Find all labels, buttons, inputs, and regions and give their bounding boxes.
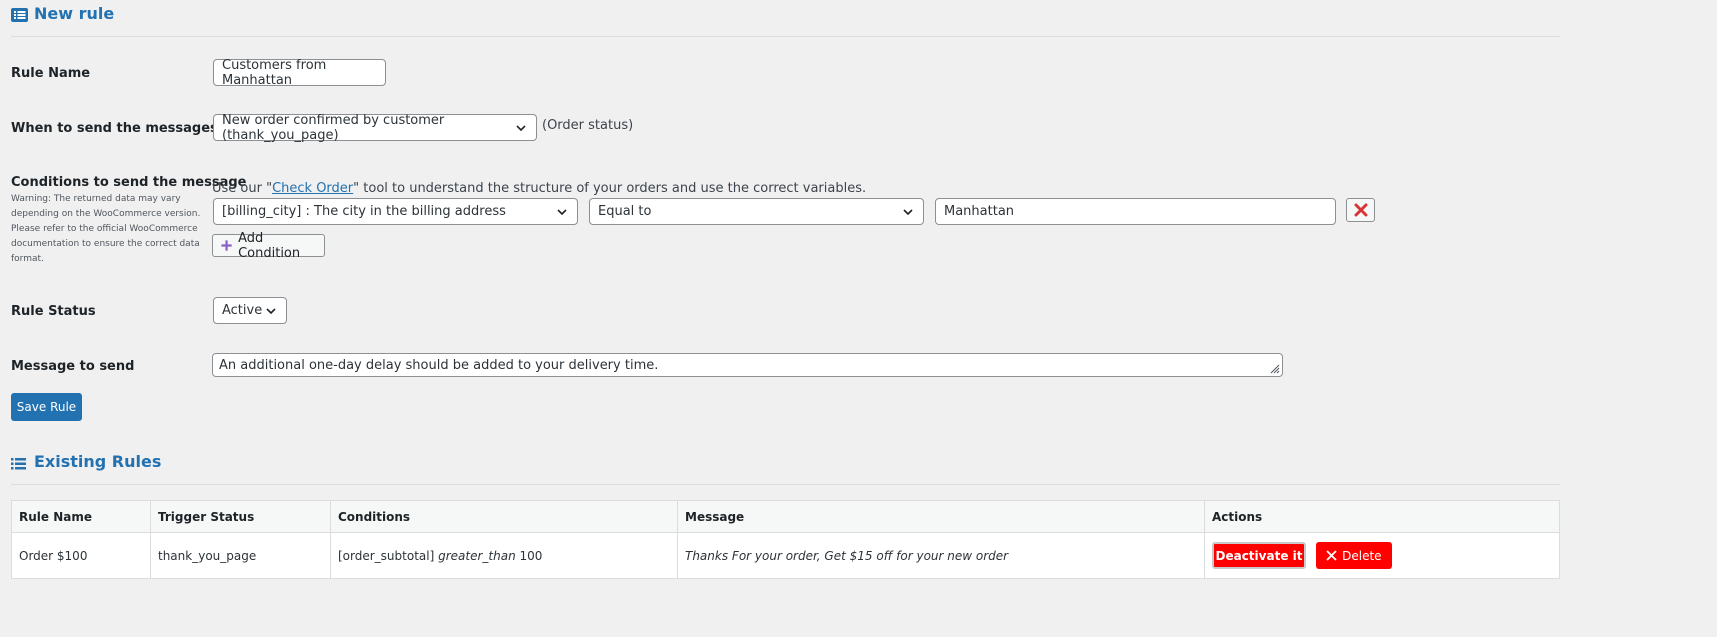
check-order-prefix: Use our " bbox=[212, 181, 273, 196]
existing-rules-table: Rule Name Trigger Status Conditions Mess… bbox=[11, 500, 1560, 579]
add-condition-button[interactable]: Add Condition bbox=[212, 231, 325, 261]
condition-field-value: [billing_city] : The city in the billing… bbox=[222, 204, 506, 219]
trigger-status-value: New order confirmed by customer (thank_y… bbox=[222, 112, 445, 143]
condition-field-select[interactable]: [billing_city] : The city in the billing… bbox=[213, 198, 578, 225]
header-divider bbox=[11, 36, 1560, 37]
condition-field: [order_subtotal] bbox=[338, 548, 435, 563]
conditions-warning: Warning: The returned data may vary depe… bbox=[11, 194, 201, 264]
rule-name-input[interactable]: Customers from Manhattan bbox=[213, 57, 386, 88]
message-label: Message to send bbox=[11, 359, 135, 374]
table-row: Order $100 thank_you_page [order_subtota… bbox=[11, 532, 1560, 579]
deactivate-label: Deactivate it bbox=[1215, 548, 1303, 563]
rule-status-label: Rule Status bbox=[11, 304, 96, 319]
chevron-down-icon bbox=[516, 124, 526, 131]
condition-value: 100 bbox=[519, 548, 543, 563]
message-textarea[interactable]: An additional one-day delay should be ad… bbox=[212, 353, 1283, 377]
when-to-send-label: When to send the messages ? bbox=[11, 121, 230, 136]
condition-operator-value: Equal to bbox=[598, 204, 652, 219]
cell-rule-name: Order $100 bbox=[11, 532, 151, 579]
table-header-row: Rule Name Trigger Status Conditions Mess… bbox=[11, 500, 1560, 533]
list-icon bbox=[11, 7, 28, 22]
save-rule-button[interactable]: Save Rule bbox=[11, 393, 82, 421]
resize-handle-icon[interactable] bbox=[1270, 364, 1280, 374]
existing-rules-title: Existing Rules bbox=[34, 452, 162, 471]
close-icon bbox=[1326, 550, 1337, 561]
deactivate-button[interactable]: Deactivate it bbox=[1212, 542, 1306, 569]
condition-value-text: Manhattan bbox=[944, 204, 1015, 219]
trigger-status-select[interactable]: New order confirmed by customer (thank_y… bbox=[213, 112, 537, 143]
rule-status-select[interactable]: Active bbox=[213, 297, 287, 324]
column-header-conditions: Conditions bbox=[330, 500, 678, 533]
new-rule-title: New rule bbox=[34, 4, 115, 23]
delete-label: Delete bbox=[1342, 548, 1382, 563]
existing-rules-heading: Existing Rules bbox=[11, 452, 161, 471]
cell-conditions: [order_subtotal] greater_than 100 bbox=[330, 532, 678, 579]
new-rule-heading: New rule bbox=[11, 4, 114, 23]
cell-trigger-status: thank_you_page bbox=[150, 532, 331, 579]
condition-value-input[interactable]: Manhattan bbox=[935, 198, 1336, 225]
rule-name-value: Customers from Manhattan bbox=[222, 57, 327, 88]
rule-name-label: Rule Name bbox=[11, 66, 91, 81]
existing-rules-divider bbox=[11, 484, 1560, 485]
cell-actions: Deactivate it Delete bbox=[1204, 532, 1560, 579]
column-header-trigger-status: Trigger Status bbox=[150, 500, 331, 533]
plus-icon bbox=[221, 240, 232, 251]
row-message: Thanks For your order, Get $15 off for y… bbox=[685, 548, 1009, 563]
chevron-down-icon bbox=[557, 208, 567, 215]
chevron-down-icon bbox=[266, 307, 276, 314]
column-header-rule-name: Rule Name bbox=[11, 500, 151, 533]
add-condition-label: Add Condition bbox=[238, 230, 301, 261]
check-order-suffix: " tool to understand the structure of yo… bbox=[353, 181, 867, 196]
condition-operator-select[interactable]: Equal to bbox=[589, 198, 924, 225]
list-icon bbox=[11, 455, 28, 469]
remove-condition-button[interactable] bbox=[1346, 198, 1375, 222]
column-header-message: Message bbox=[677, 500, 1205, 533]
condition-operator: greater_than bbox=[438, 548, 516, 563]
check-order-help: Use our "Check Order" tool to understand… bbox=[212, 181, 866, 196]
rule-status-value: Active bbox=[222, 303, 263, 318]
close-icon bbox=[1354, 203, 1367, 217]
column-header-actions: Actions bbox=[1204, 500, 1560, 533]
check-order-link[interactable]: Check Order bbox=[272, 181, 353, 196]
delete-button[interactable]: Delete bbox=[1315, 542, 1392, 569]
order-status-hint: (Order status) bbox=[542, 118, 634, 133]
message-value: An additional one-day delay should be ad… bbox=[219, 357, 659, 373]
chevron-down-icon bbox=[903, 208, 913, 215]
cell-message: Thanks For your order, Get $15 off for y… bbox=[677, 532, 1205, 579]
